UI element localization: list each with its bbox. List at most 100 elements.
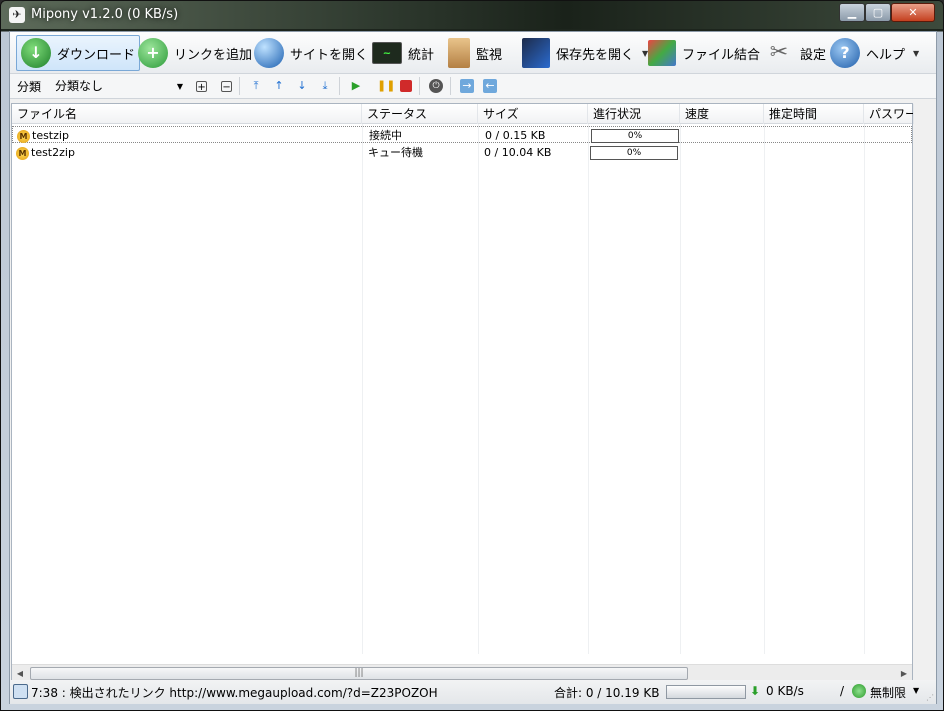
separator [450,77,452,95]
app-window: ✈ Mipony v1.2.0 (0 KB/s) ▁ ▢ ✕ ↓ ダウンロード … [0,0,944,711]
filename-cell: Mtestzip [17,127,69,144]
speed-limit-value[interactable]: 無制限 [870,684,906,701]
main-toolbar: ↓ ダウンロード + リンクを追加 サイトを開く ~ 統計 監視 保存先を開く [10,32,936,74]
column-divider [478,124,479,654]
status-message: 7:38 : 検出されたリンク http://www.megaupload.co… [31,686,438,700]
download-globe-icon: ↓ [21,38,51,68]
open-folder-button[interactable]: 保存先を開く ▼ [518,35,652,71]
close-button[interactable]: ✕ [891,3,935,22]
progress-bar: 0% [591,129,679,143]
download-speed: 0 KB/s [766,684,804,698]
column-filename[interactable]: ファイル名 [12,104,362,124]
main-content: ↓ ダウンロード + リンクを追加 サイトを開く ~ 統計 監視 保存先を開く [9,31,937,704]
help-label: ヘルプ [866,47,906,63]
clipboard-icon [448,38,470,68]
total-size: 合計: 0 / 10.19 KB [554,686,660,700]
size-cell: 0 / 10.04 KB [484,146,552,159]
size-cell: 0 / 0.15 KB [485,129,546,142]
column-progress[interactable]: 進行状況 [588,104,680,124]
filename-cell: Mtest2zip [16,144,75,161]
open-site-button[interactable]: サイトを開く [250,35,372,71]
stats-label: 統計 [408,47,435,63]
log-icon[interactable] [13,684,28,699]
puzzle-join-icon [648,40,676,66]
column-divider [764,124,765,654]
chevron-down-icon: ▼ [176,81,184,91]
open-site-label: サイトを開く [290,47,369,63]
column-speed[interactable]: 速度 [680,104,764,124]
status-cell: キュー待機 [368,146,423,159]
category-label: 分類 [17,79,42,94]
power-icon[interactable]: ⏻ [429,79,444,93]
file-join-button[interactable]: ファイル結合 [644,35,764,71]
folder-icon [522,38,550,68]
column-password[interactable]: パスワード [864,104,914,124]
move-up-icon[interactable]: ↑ [272,79,286,93]
column-divider [362,124,363,654]
status-cell: 接続中 [369,129,402,142]
table-row[interactable]: Mtest2zip キュー待機 0 / 10.04 KB 0% [12,144,912,161]
window-title: Mipony v1.2.0 (0 KB/s) [31,7,179,22]
help-button[interactable]: ? ヘルプ ▼ [826,35,923,71]
tools-icon: ✂ [769,40,789,65]
column-status[interactable]: ステータス [362,104,478,124]
pause-icon[interactable]: ❚❚ [377,79,395,93]
download-arrow-icon: ⬇ [750,684,761,698]
stop-icon[interactable] [400,80,413,92]
separator [339,77,341,95]
separator [419,77,421,95]
maximize-button[interactable]: ▢ [865,3,891,22]
download-label: ダウンロード [57,47,136,63]
total-progress-bar [666,685,746,699]
megaupload-icon: M [17,129,30,143]
progress-bar: 0% [590,146,678,160]
category-select[interactable]: 分類なし ▼ [51,77,187,96]
stats-button[interactable]: ~ 統計 [368,35,438,71]
monitor-graph-icon: ~ [372,42,402,64]
export-icon[interactable]: ← [483,79,498,93]
column-eta[interactable]: 推定時間 [764,104,864,124]
file-join-label: ファイル結合 [682,47,761,63]
scrollbar-thumb[interactable]: ||| [30,667,688,680]
move-down-icon[interactable]: ↓ [295,79,309,93]
collapse-all-icon[interactable]: − [221,80,233,93]
chevron-down-icon[interactable]: ▼ [913,686,919,695]
speed-separator: / [840,684,845,698]
expand-all-icon[interactable]: + [196,80,208,93]
settings-label: 設定 [800,47,827,63]
resize-grip-icon[interactable]: ⋰ [926,693,934,702]
download-list[interactable]: ファイル名 ステータス サイズ 進行状況 速度 推定時間 パスワード Mtest… [11,103,914,683]
column-divider [864,124,865,654]
filename-text: test2zip [31,146,75,159]
separator [239,77,241,95]
add-link-button[interactable]: + リンクを追加 [134,35,256,71]
secondary-toolbar: 分類 分類なし ▼ + − ⤒ ↑ ↓ ⤓ ▶ ❚❚ ⏻ → ← [10,74,936,99]
table-row[interactable]: Mtestzip 接続中 0 / 0.15 KB 0% [12,126,912,143]
monitor-label: 監視 [476,47,503,63]
settings-button[interactable]: ✂ 設定 [760,35,830,71]
globe-icon [254,38,284,68]
column-divider [588,124,589,654]
category-value: 分類なし [55,78,104,93]
download-button[interactable]: ↓ ダウンロード [16,35,141,71]
status-bar: 7:38 : 検出されたリンク http://www.megaupload.co… [10,680,936,704]
column-size[interactable]: サイズ [478,104,588,124]
column-divider [680,124,681,654]
list-header: ファイル名 ステータス サイズ 進行状況 速度 推定時間 パスワード [12,104,914,124]
mipony-app-icon[interactable]: ✈ [9,7,25,23]
megaupload-icon: M [16,146,29,160]
move-bottom-icon[interactable]: ⤓ [318,79,332,93]
plus-circle-icon: + [138,38,168,68]
open-folder-label: 保存先を開く [556,47,635,63]
move-top-icon[interactable]: ⤒ [249,79,263,93]
speed-limit-icon[interactable] [852,684,866,698]
minimize-button[interactable]: ▁ [839,3,865,22]
start-icon[interactable]: ▶ [349,79,363,93]
import-icon[interactable]: → [460,79,475,93]
chevron-down-icon[interactable]: ▼ [913,49,919,58]
monitor-button[interactable]: 監視 [444,35,506,71]
filename-text: testzip [32,129,69,142]
title-bar[interactable]: ✈ Mipony v1.2.0 (0 KB/s) ▁ ▢ ✕ [1,1,943,29]
add-link-label: リンクを追加 [174,47,253,63]
question-icon: ? [830,38,860,68]
